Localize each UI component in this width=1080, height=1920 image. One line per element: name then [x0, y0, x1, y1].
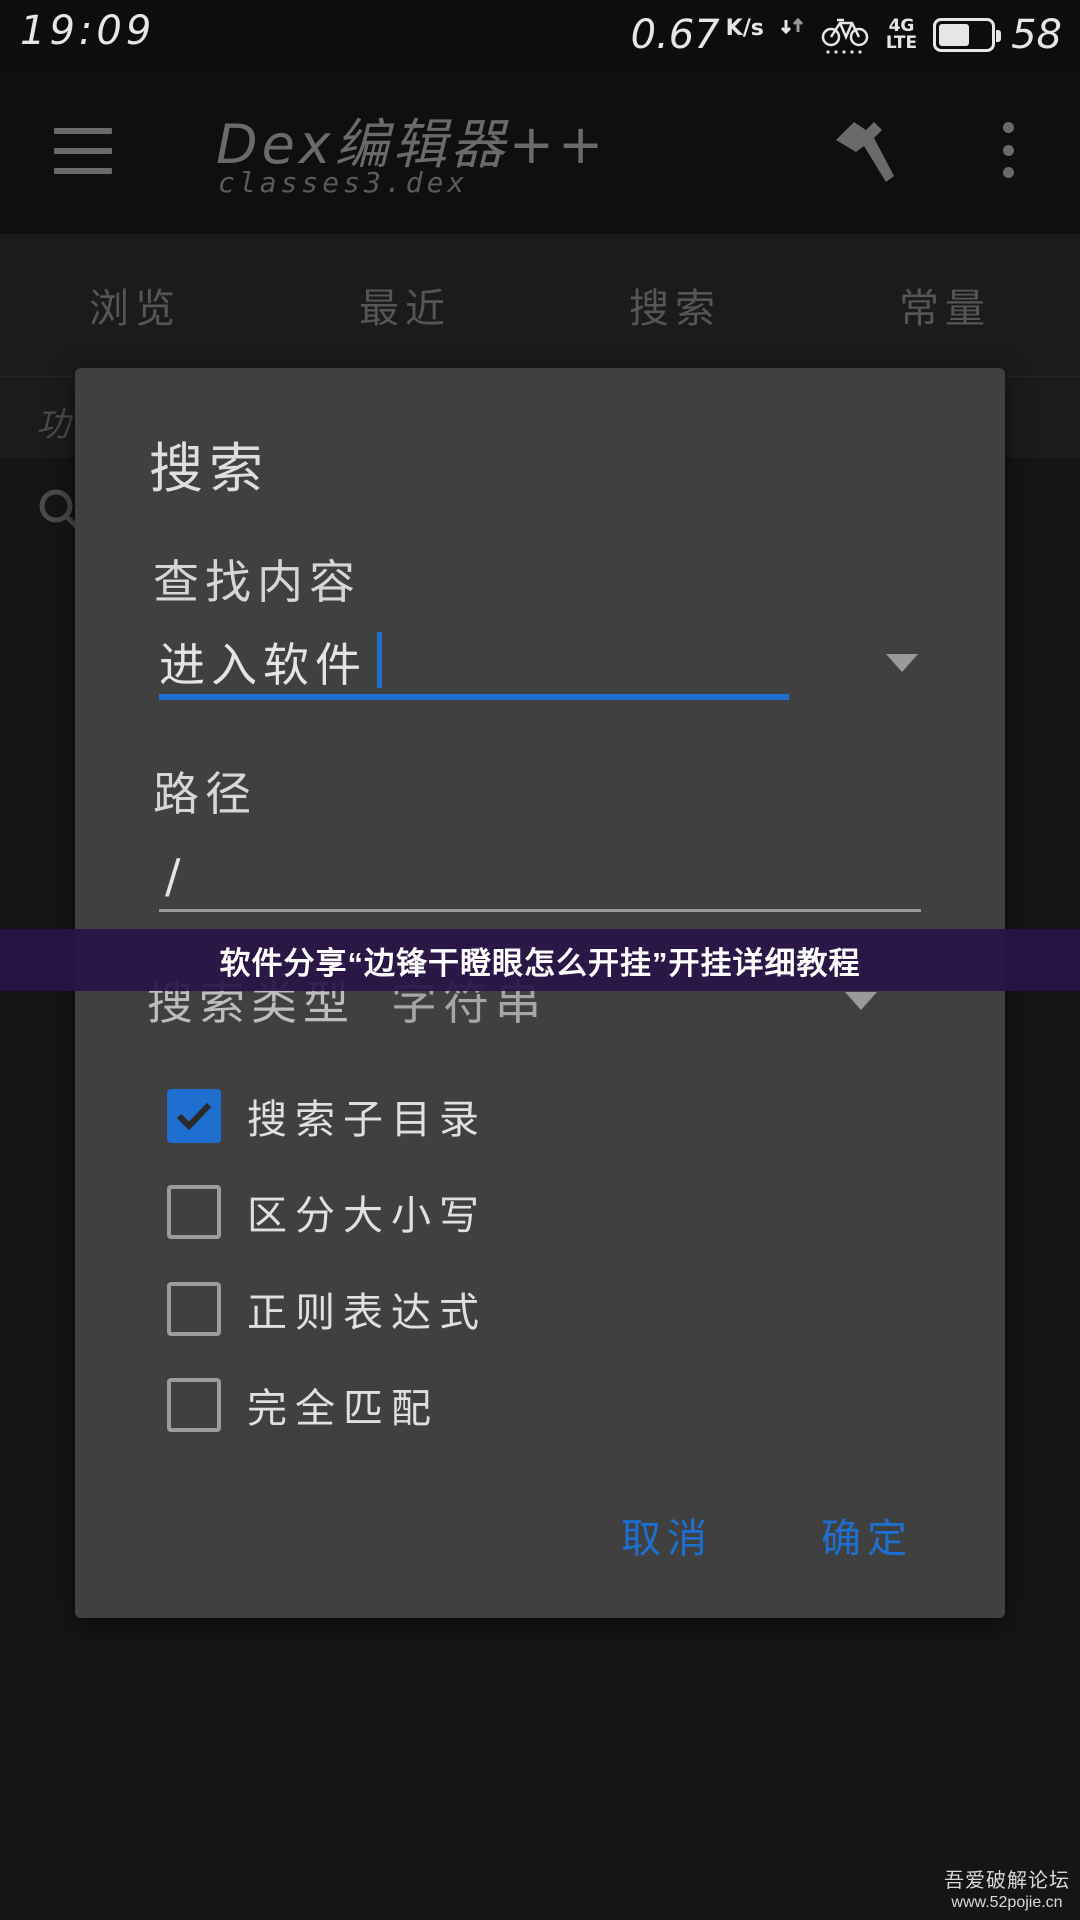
text-caret: [377, 632, 382, 688]
check-icon: [176, 1102, 212, 1131]
more-vert-icon[interactable]: [998, 122, 1018, 178]
confirm-button[interactable]: 确定: [821, 1506, 913, 1564]
bike-icon: [821, 18, 869, 54]
find-content-label: 查找内容: [153, 555, 361, 609]
dropdown-arrow-icon[interactable]: [886, 654, 918, 672]
status-time: 19:09: [20, 8, 156, 54]
dialog-actions: 取消 确定: [621, 1506, 913, 1564]
checkbox-unchecked[interactable]: [167, 1282, 221, 1336]
watermark: 吾爱破解论坛 www.52pojie.cn: [944, 1870, 1070, 1914]
find-content-input[interactable]: [159, 630, 789, 700]
dropdown-arrow-icon[interactable]: [845, 992, 877, 1010]
network-speed-unit: K/s: [725, 16, 764, 41]
dialog-title: 搜索: [149, 437, 269, 500]
tab-browse[interactable]: 浏览: [0, 234, 270, 376]
option-label: 区分大小写: [247, 1193, 487, 1239]
status-bar: 19:09 0.67 K/s 4G LTE 58: [0, 0, 1080, 70]
checkbox-unchecked[interactable]: [167, 1378, 221, 1432]
option-search-subdirs[interactable]: 搜索子目录: [167, 1088, 487, 1144]
path-input[interactable]: [159, 842, 921, 912]
hammer-icon[interactable]: [832, 120, 898, 184]
tab-search[interactable]: 搜索: [540, 234, 810, 376]
network-type-badge: 4G LTE: [886, 18, 917, 52]
search-dialog: 搜索 查找内容 路径 搜索类型 字符串 搜索子目录 区分大小写 正则表达式 完全…: [75, 368, 1005, 1618]
title-banner: 软件分享“边锋干瞪眼怎么开挂”开挂详细教程: [0, 929, 1080, 991]
network-speed: 0.67 K/s: [631, 12, 764, 58]
tab-constants[interactable]: 常量: [810, 234, 1080, 376]
option-regex[interactable]: 正则表达式: [167, 1281, 487, 1337]
checkbox-checked[interactable]: [167, 1089, 221, 1143]
sub-bar-text: 功: [36, 405, 70, 445]
option-label: 完全匹配: [247, 1386, 439, 1432]
watermark-line2: www.52pojie.cn: [951, 1894, 1063, 1911]
checkbox-unchecked[interactable]: [167, 1185, 221, 1239]
battery-level: 58: [1011, 12, 1062, 58]
option-label: 正则表达式: [247, 1290, 487, 1336]
app-bar: Dex编辑器++ classes3.dex: [0, 70, 1080, 234]
battery-icon: [933, 18, 1002, 52]
network-type-bottom: LTE: [885, 33, 918, 53]
status-icons: 0.67 K/s 4G LTE 58: [631, 8, 1062, 62]
watermark-line1: 吾爱破解论坛: [944, 1870, 1070, 1892]
network-speed-value: 0.67: [630, 12, 720, 58]
option-exact-match[interactable]: 完全匹配: [167, 1377, 439, 1433]
menu-icon[interactable]: [54, 128, 112, 174]
battery-fill: [939, 24, 970, 46]
option-label: 搜索子目录: [247, 1097, 487, 1143]
cancel-button[interactable]: 取消: [621, 1506, 713, 1564]
option-case-sensitive[interactable]: 区分大小写: [167, 1184, 487, 1240]
banner-text: 软件分享“边锋干瞪眼怎么开挂”开挂详细教程: [219, 945, 861, 981]
app-subtitle: classes3.dex: [218, 166, 469, 199]
path-label: 路径: [153, 767, 257, 821]
updown-arrows-icon: [780, 18, 803, 35]
tab-bar: 浏览 最近 搜索 常量: [0, 234, 1080, 376]
tab-recent[interactable]: 最近: [270, 234, 540, 376]
